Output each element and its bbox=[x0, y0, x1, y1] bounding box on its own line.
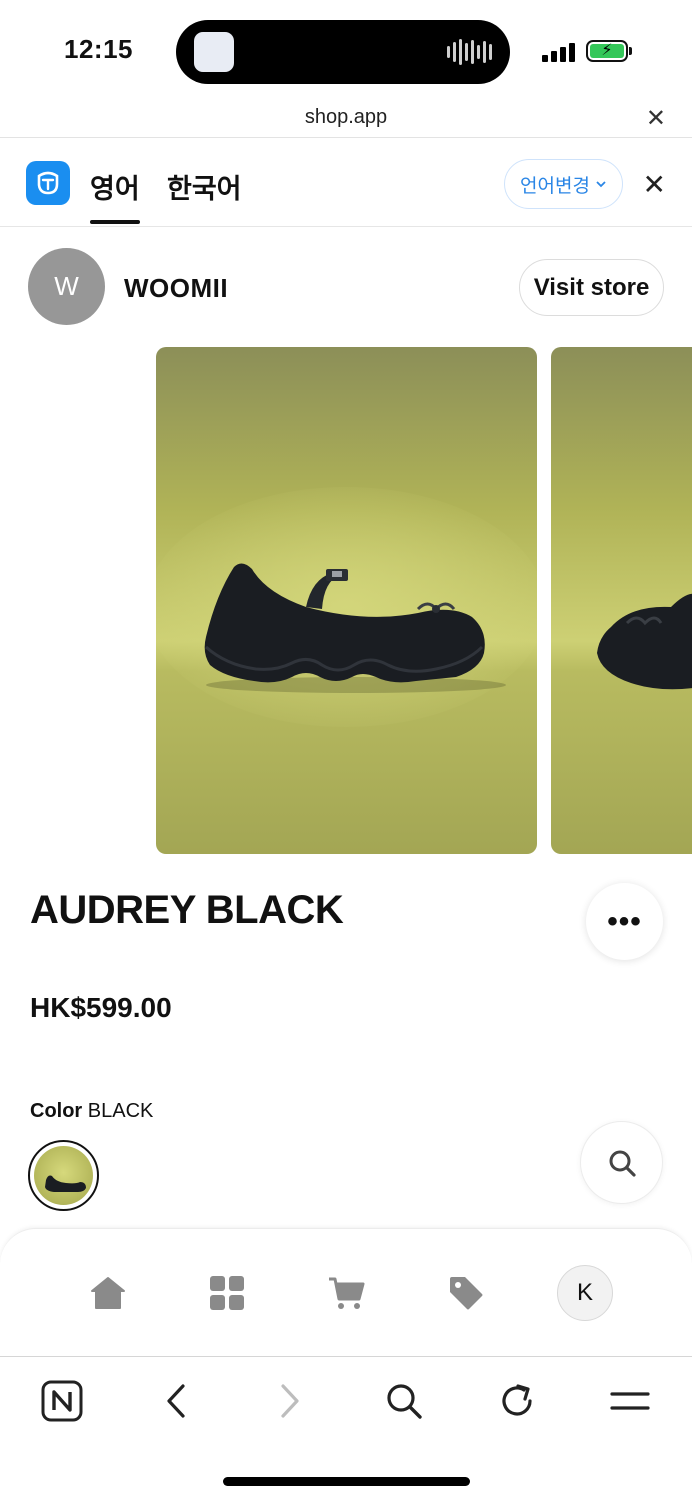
nav-deals[interactable] bbox=[438, 1265, 494, 1321]
back-icon bbox=[167, 1384, 185, 1418]
charging-bolt-icon: ⚡ bbox=[601, 42, 613, 59]
store-name[interactable]: WOOMII bbox=[124, 273, 228, 304]
change-language-button[interactable]: 언어변경 bbox=[504, 159, 623, 209]
color-label: Color BLACK bbox=[30, 1100, 153, 1123]
reload-icon bbox=[502, 1384, 532, 1416]
profile-avatar[interactable]: K bbox=[557, 1265, 613, 1321]
product-price: HK$599.00 bbox=[30, 992, 172, 1023]
search-icon bbox=[387, 1384, 422, 1419]
forward-icon bbox=[281, 1384, 299, 1418]
color-value: BLACK bbox=[87, 1100, 154, 1122]
color-swatch-black[interactable] bbox=[28, 1140, 99, 1211]
grid-icon bbox=[210, 1276, 244, 1310]
url-bar[interactable]: shop.app ✕ bbox=[0, 100, 692, 138]
status-bar: 12:15 ⚡ bbox=[0, 0, 692, 100]
naver-home-button[interactable] bbox=[38, 1377, 86, 1425]
cart-icon bbox=[329, 1277, 365, 1309]
reload-button[interactable] bbox=[493, 1377, 541, 1425]
store-header: W WOOMII Visit store bbox=[0, 228, 692, 338]
cellular-signal-icon bbox=[542, 40, 575, 62]
battery-icon: ⚡ bbox=[586, 40, 628, 62]
nav-home[interactable] bbox=[80, 1265, 136, 1321]
nav-cart[interactable] bbox=[318, 1265, 374, 1321]
browser-search-button[interactable] bbox=[380, 1377, 428, 1425]
home-indicator[interactable] bbox=[223, 1477, 470, 1486]
tag-icon bbox=[450, 1277, 483, 1310]
island-app-icon bbox=[194, 32, 234, 72]
product-gallery[interactable] bbox=[0, 347, 692, 854]
tab-korean[interactable]: 한국어 bbox=[167, 167, 242, 206]
search-button[interactable] bbox=[580, 1121, 663, 1204]
forward-button[interactable] bbox=[266, 1377, 314, 1425]
store-avatar[interactable]: W bbox=[28, 248, 105, 325]
tab-english[interactable]: 영어 bbox=[90, 167, 140, 224]
color-label-key: Color bbox=[30, 1100, 83, 1122]
nav-categories[interactable] bbox=[199, 1265, 255, 1321]
close-translation-icon[interactable]: ✕ bbox=[643, 168, 666, 201]
back-button[interactable] bbox=[152, 1377, 200, 1425]
product-title: AUDREY BLACK bbox=[30, 888, 344, 932]
shop-bottom-nav: K bbox=[0, 1228, 692, 1356]
translation-bar: 영어 한국어 언어변경 ✕ bbox=[0, 139, 692, 227]
home-icon bbox=[91, 1277, 125, 1309]
visit-store-button[interactable]: Visit store bbox=[519, 259, 664, 316]
search-icon bbox=[609, 1150, 636, 1177]
close-icon[interactable]: ✕ bbox=[646, 104, 666, 133]
browser-toolbar bbox=[0, 1356, 692, 1500]
naver-icon bbox=[41, 1380, 83, 1422]
menu-button[interactable] bbox=[606, 1377, 654, 1425]
audio-wave-icon bbox=[447, 39, 492, 65]
change-language-label: 언어변경 bbox=[520, 175, 590, 197]
url-text[interactable]: shop.app bbox=[0, 106, 692, 129]
product-image[interactable] bbox=[156, 347, 537, 854]
more-options-button[interactable]: ••• bbox=[586, 883, 663, 960]
menu-icon bbox=[610, 1392, 650, 1410]
product-image-2[interactable] bbox=[551, 347, 692, 854]
dynamic-island bbox=[176, 20, 510, 84]
chevron-down-icon bbox=[596, 181, 606, 188]
papago-logo-icon bbox=[26, 161, 70, 205]
status-time: 12:15 bbox=[64, 34, 133, 64]
